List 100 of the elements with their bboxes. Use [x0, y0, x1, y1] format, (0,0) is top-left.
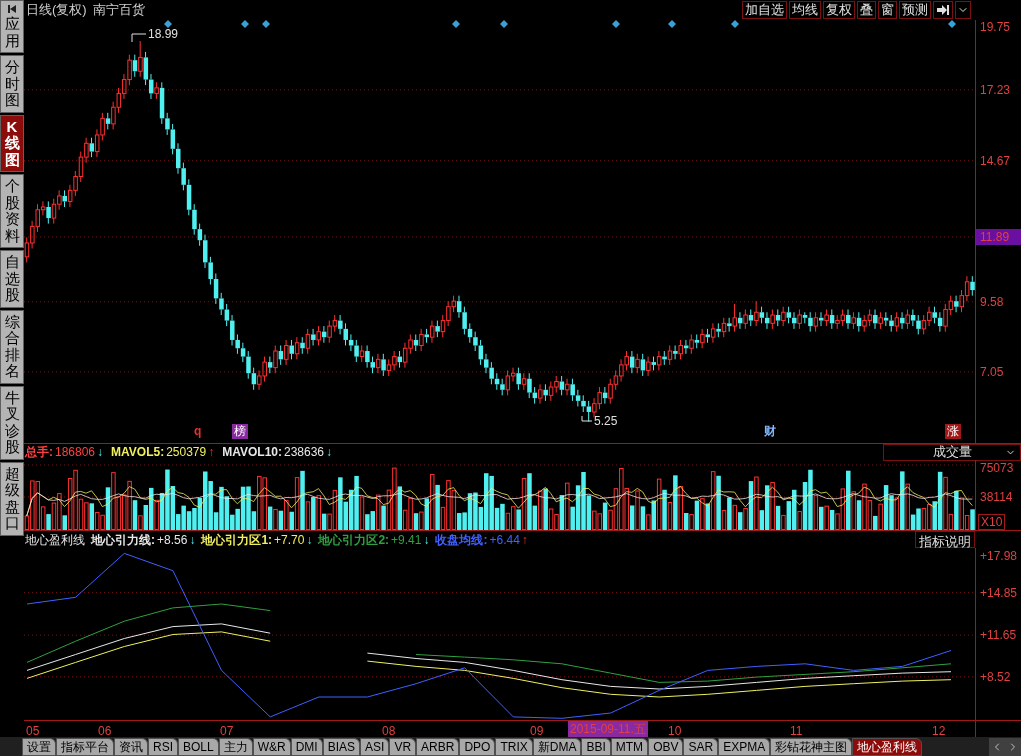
legend-label: 地心引力线: — [91, 531, 155, 549]
sidebar-tab[interactable]: 超级盘口 — [0, 461, 24, 536]
scroll-right-button[interactable] — [1005, 738, 1021, 756]
indicator-tab[interactable]: DPO — [459, 738, 496, 756]
trend-arrow: ↓ — [97, 444, 104, 461]
indicator-tab[interactable]: 指标平台 — [56, 738, 114, 756]
indicator-tab[interactable]: W&R — [252, 738, 291, 756]
sidebar-tab[interactable]: 应用 — [0, 0, 24, 53]
legend-label: MAVOL10: — [222, 444, 282, 461]
candlestick — [538, 383, 543, 405]
indicator-tab[interactable]: MTM — [610, 738, 649, 756]
date-axis-label: 08 — [382, 723, 396, 740]
toolbar-button[interactable]: 均线 — [789, 1, 821, 19]
indicator-help-button[interactable]: 指标说明 — [915, 531, 975, 548]
price-axis-label: 14.67 — [980, 152, 1011, 170]
unit-label: X10 — [978, 514, 1006, 530]
date-axis-label: 07 — [220, 723, 234, 740]
high-price-label: 18.99 — [148, 27, 179, 41]
legend-value: +7.70 — [274, 531, 305, 549]
sidebar-tab[interactable]: 牛叉诊股 — [0, 385, 24, 460]
indicator-axis-label: +14.85 — [980, 584, 1018, 602]
dock-right-button[interactable] — [933, 1, 953, 19]
price-axis-label: 17.23 — [980, 81, 1011, 99]
trend-arrow: ↓ — [423, 531, 430, 549]
candlestick — [203, 234, 208, 269]
dropdown-button[interactable] — [955, 1, 971, 19]
toolbar-button[interactable]: 窗 — [878, 1, 897, 19]
indicator-tab[interactable]: RSI — [148, 738, 178, 756]
candlestick — [710, 322, 716, 344]
trend-arrow: ↓ — [306, 531, 313, 549]
diamond-icon — [500, 20, 508, 28]
candlestick — [581, 394, 586, 413]
sidebar-tab[interactable]: 分时图 — [0, 55, 24, 113]
indicator-tab[interactable]: 资讯 — [114, 738, 148, 756]
legend-label: 收盘均线: — [435, 531, 488, 549]
event-mark: 涨 — [945, 424, 961, 439]
indicator-tab[interactable]: 主力 — [218, 738, 253, 756]
diamond-icon — [452, 20, 460, 28]
diamond-icon — [731, 20, 739, 28]
indicator-tab[interactable]: OBV — [648, 738, 684, 756]
indicator-tab[interactable]: EXPMA — [718, 738, 771, 756]
indicator-tab[interactable]: VR — [389, 738, 417, 756]
candlestick — [910, 308, 916, 327]
price-axis-label: 9.58 — [980, 293, 1004, 311]
toolbar-button[interactable]: 预测 — [899, 1, 931, 19]
volume-axis-label: 75073 — [980, 460, 1014, 477]
indicator-tab[interactable]: BOLL — [178, 738, 219, 756]
candlestick — [646, 356, 651, 377]
indicator-tab[interactable]: ASI — [360, 738, 390, 756]
candlestick — [954, 295, 959, 313]
toolbar-button[interactable]: 叠 — [857, 1, 876, 19]
candlestick — [300, 336, 305, 355]
toolbar-button[interactable]: 加自选 — [742, 1, 787, 19]
date-axis-label: 11 — [790, 723, 803, 740]
indicator-tab[interactable]: ARBR — [416, 738, 460, 756]
candlestick — [46, 200, 51, 225]
leader-line — [581, 415, 593, 422]
candlestick — [683, 339, 689, 355]
indicator-tab[interactable]: 地心盈利线 — [852, 738, 923, 756]
chart-title: 日线(复权) — [26, 1, 87, 20]
indicator-select[interactable]: 成交量 — [883, 443, 1021, 461]
candlestick — [819, 311, 824, 327]
indicator-tab[interactable]: BIAS — [322, 738, 361, 756]
legend-value: 250379 — [166, 444, 207, 461]
candlestick — [543, 383, 548, 402]
indicator-tab[interactable]: 设置 — [22, 738, 56, 756]
indicator-tab[interactable]: BBI — [581, 738, 611, 756]
sidebar-tab[interactable]: 综合排名 — [0, 309, 24, 384]
indicator-tab[interactable]: 彩钻花神主图 — [770, 738, 853, 756]
diamond-icon — [164, 20, 172, 28]
price-axis-label: 7.05 — [980, 363, 1004, 381]
event-mark: q — [193, 424, 203, 439]
candlestick — [889, 314, 894, 333]
indicator-tab[interactable]: TRIX — [495, 738, 533, 756]
leader-line — [131, 33, 147, 43]
indicator-tab[interactable]: SAR — [683, 738, 719, 756]
candlestick — [808, 311, 813, 333]
candlestick — [294, 336, 300, 360]
sidebar-tab[interactable]: K线图 — [0, 114, 24, 172]
toolbar-button[interactable]: 复权 — [823, 1, 855, 19]
date-axis-label: 05 — [26, 723, 40, 740]
indicator-name: 地心盈利线 — [25, 531, 85, 549]
date-axis-label: 10 — [668, 723, 682, 740]
trend-arrow: ↑ — [208, 444, 215, 461]
candlestick — [656, 350, 662, 371]
indicator-tab[interactable]: DMI — [290, 738, 323, 756]
candlestick — [267, 356, 273, 374]
legend-value: +6.44 — [489, 531, 520, 549]
diamond-icon — [262, 20, 270, 28]
indicator-tab[interactable]: 新DMA — [532, 738, 582, 756]
event-mark: 榜 — [232, 424, 248, 439]
legend-value: +9.41 — [391, 531, 422, 549]
sidebar-tab[interactable]: 自选股 — [0, 250, 24, 308]
sidebar-tab[interactable]: 个股资料 — [0, 174, 24, 248]
legend-value: 238636 — [284, 444, 325, 461]
candlestick — [284, 339, 289, 366]
candlestick — [873, 308, 878, 330]
candlestick — [235, 333, 240, 355]
scroll-left-button[interactable] — [989, 738, 1005, 756]
candlestick — [311, 328, 316, 346]
